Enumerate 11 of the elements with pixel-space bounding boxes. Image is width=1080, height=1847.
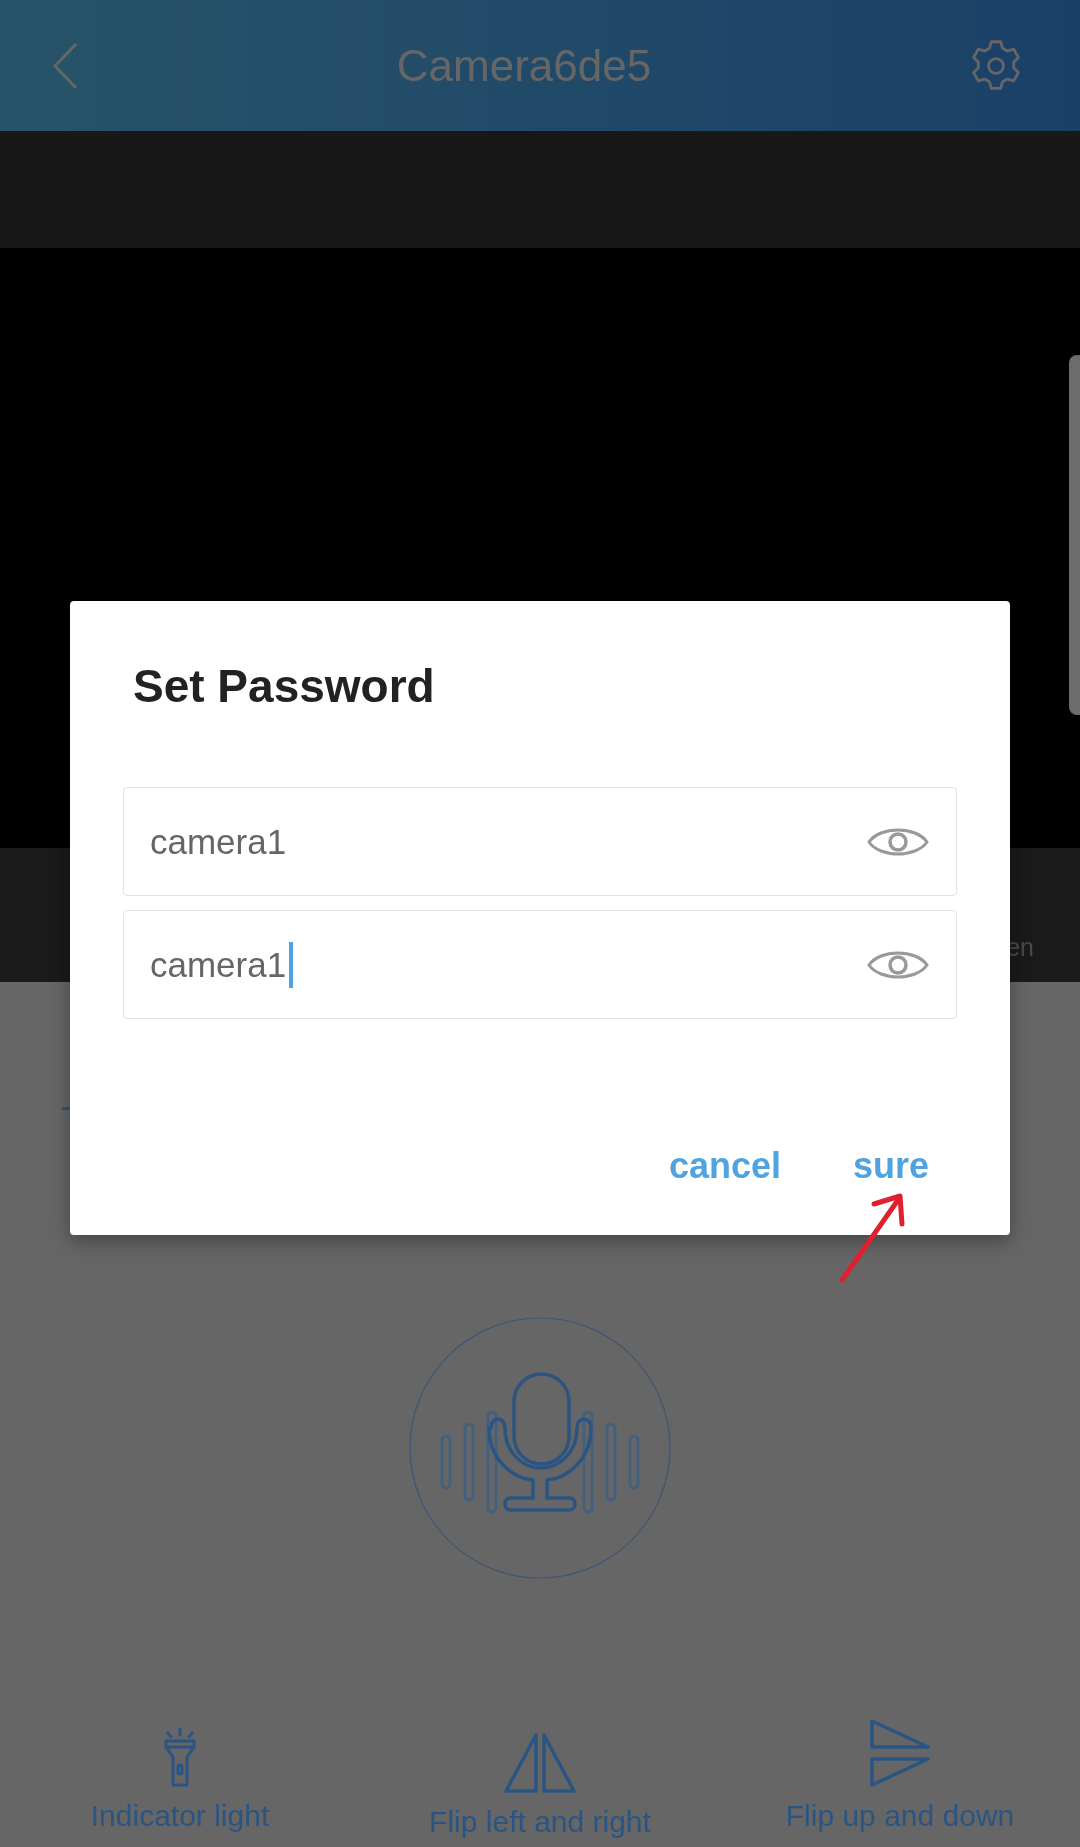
flip-vertical-icon <box>868 1717 932 1789</box>
confirm-button[interactable]: sure <box>846 1137 935 1195</box>
microphone-icon[interactable] <box>408 1316 672 1580</box>
back-icon[interactable] <box>50 40 80 91</box>
flip-horizontal-icon <box>502 1731 578 1795</box>
cancel-button[interactable]: cancel <box>662 1137 787 1195</box>
dialog-title: Set Password <box>132 659 436 713</box>
scroll-handle[interactable] <box>1069 355 1080 715</box>
screen-title: Camera6de5 <box>395 40 653 91</box>
password-field[interactable]: camera1 <box>123 910 957 1019</box>
password-field[interactable]: camera1 <box>123 787 957 896</box>
